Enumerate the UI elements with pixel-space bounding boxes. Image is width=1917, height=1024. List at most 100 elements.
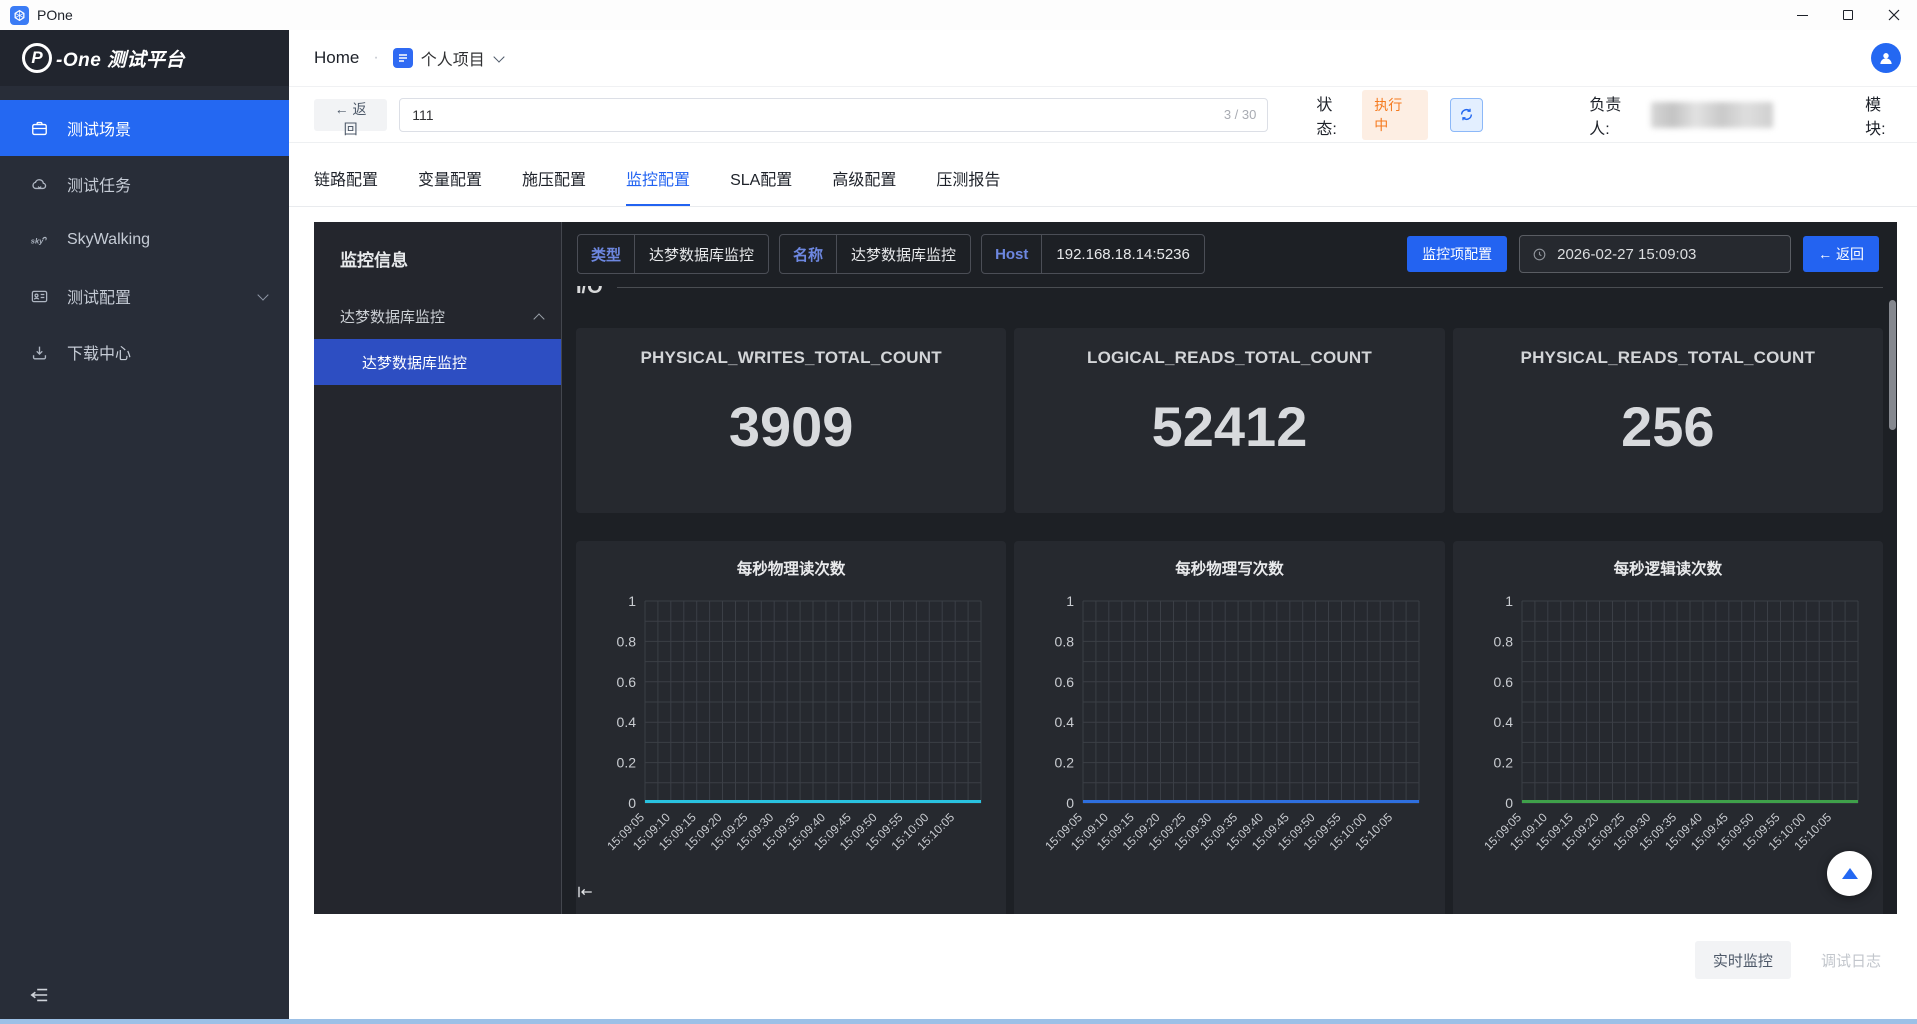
filter-name-value: 达梦数据库监控 (837, 235, 970, 273)
tab-monitor-config[interactable]: 监控配置 (626, 166, 690, 206)
test-config-icon (30, 287, 49, 306)
stat-value: 3909 (576, 394, 1006, 459)
svg-text:0.2: 0.2 (617, 755, 637, 771)
tab-advanced-config[interactable]: 高级配置 (832, 166, 896, 206)
tab-variable-config[interactable]: 变量配置 (418, 166, 482, 206)
test-task-cloud-icon (30, 175, 49, 194)
scene-name-input[interactable] (399, 98, 1268, 132)
svg-text:0.8: 0.8 (1493, 633, 1513, 649)
project-doc-icon (397, 52, 409, 64)
chevron-down-icon[interactable] (493, 51, 504, 62)
maximize-icon (1843, 10, 1853, 20)
line-chart: 00.20.40.60.8115:09:0515:09:1015:09:1515… (1014, 591, 1444, 891)
realtime-monitor-button[interactable]: 实时监控 (1695, 941, 1791, 979)
tab-pressure-config[interactable]: 施压配置 (522, 166, 586, 206)
owner-label: 负责人: (1589, 91, 1641, 139)
tab-link-config[interactable]: 链路配置 (314, 166, 378, 206)
filter-type: 类型 达梦数据库监控 (577, 234, 769, 274)
panel-collapse-button[interactable] (576, 884, 594, 906)
sidebar-item-label: 测试配置 (67, 284, 131, 308)
section-divider (617, 287, 1883, 288)
sidebar-collapse-button[interactable] (28, 985, 50, 1010)
debug-log-button[interactable]: 调试日志 (1805, 941, 1897, 979)
line-chart: 00.20.40.60.8115:09:0515:09:1015:09:1515… (1453, 591, 1883, 891)
stats-row: PHYSICAL_WRITES_TOTAL_COUNT 3909 LOGICAL… (576, 328, 1883, 513)
monitor-group-label: 达梦数据库监控 (340, 306, 445, 327)
sidebar-item-label: 测试场景 (67, 116, 131, 140)
monitor-item-label: 达梦数据库监控 (362, 352, 467, 373)
user-icon (1877, 49, 1895, 67)
monitor-nav: 监控信息 达梦数据库监控 达梦数据库监控 (314, 222, 562, 914)
datetime-value: 2026-02-27 15:09:03 (1557, 246, 1696, 263)
sidebar-item-test-task[interactable]: 测试任务 (0, 156, 289, 212)
action-footer: 实时监控 调试日志 保存 调试 保存并压测 (578, 914, 1917, 1024)
window-title: POne (37, 7, 73, 23)
save-button[interactable]: 保存 (1911, 941, 1917, 979)
close-button[interactable] (1871, 0, 1917, 30)
refresh-status-button[interactable] (1450, 98, 1484, 132)
svg-text:0.4: 0.4 (617, 714, 637, 730)
back-to-top-button[interactable] (1827, 851, 1872, 896)
breadcrumb-home[interactable]: Home (314, 48, 359, 68)
sidebar-item-download-center[interactable]: 下载中心 (0, 324, 289, 380)
maximize-button[interactable] (1825, 0, 1871, 30)
download-icon (30, 343, 49, 362)
monitor-back-button[interactable]: ← 返回 (1803, 236, 1879, 272)
tab-content: 监控信息 达梦数据库监控 达梦数据库监控 类型 达梦数据库监控 (289, 207, 1917, 914)
project-name[interactable]: 个人项目 (421, 46, 485, 70)
monitor-nav-title: 监控信息 (314, 222, 561, 271)
chart-title: 每秒物理读次数 (576, 557, 1006, 579)
user-avatar[interactable] (1871, 43, 1901, 73)
sidebar-item-test-config[interactable]: 测试配置 (0, 268, 289, 324)
filter-type-value: 达梦数据库监控 (635, 235, 768, 273)
svg-text:0.6: 0.6 (1493, 674, 1513, 690)
main-area: Home · 个人项目 ← 返回 3 / 30 状态: 执行中 负责人: (289, 30, 1917, 1024)
sidebar: P -One 测试平台 测试场景 测试任务 sky SkyWalking 测试配… (0, 30, 289, 1024)
monitor-body: 类型 达梦数据库监控 名称 达梦数据库监控 Host 192.168.18.14… (562, 222, 1897, 914)
breadcrumb-bar: Home · 个人项目 (289, 30, 1917, 87)
config-tabs: 链路配置 变量配置 施压配置 监控配置 SLA配置 高级配置 压测报告 (289, 143, 1917, 207)
sidebar-item-label: 下载中心 (67, 340, 131, 364)
svg-text:1: 1 (1505, 593, 1513, 609)
test-scene-icon (30, 119, 49, 138)
monitor-config-button[interactable]: 监控项配置 (1407, 236, 1507, 272)
monitor-panel: 监控信息 达梦数据库监控 达梦数据库监控 类型 达梦数据库监控 (314, 222, 1897, 914)
app-window: POne P -One 测试平台 测试场景 测试任务 sky (0, 0, 1917, 1024)
minimize-button[interactable] (1779, 0, 1825, 30)
svg-text:0.8: 0.8 (1055, 633, 1075, 649)
tab-test-report[interactable]: 压测报告 (936, 166, 1000, 206)
svg-text:0.2: 0.2 (1493, 755, 1513, 771)
svg-text:0.6: 0.6 (617, 674, 637, 690)
filter-host-value: 192.168.18.14:5236 (1042, 235, 1203, 273)
app-logo-icon (10, 6, 29, 25)
clock-icon (1532, 247, 1547, 262)
stat-title: PHYSICAL_WRITES_TOTAL_COUNT (576, 348, 1006, 368)
sidebar-item-skywalking[interactable]: sky SkyWalking (0, 212, 289, 268)
window-bottom-edge (0, 1019, 1917, 1024)
stat-card-physical-reads: PHYSICAL_READS_TOTAL_COUNT 256 (1453, 328, 1883, 513)
stat-card-logical-reads: LOGICAL_READS_TOTAL_COUNT 52412 (1014, 328, 1444, 513)
minimize-icon (1797, 15, 1808, 16)
scene-toolbar: ← 返回 3 / 30 状态: 执行中 负责人: 模块: (289, 87, 1917, 143)
svg-text:sky: sky (31, 236, 44, 245)
sidebar-nav: 测试场景 测试任务 sky SkyWalking 测试配置 下载中心 (0, 86, 289, 380)
refresh-icon (1458, 106, 1475, 123)
panel-scrollbar-thumb[interactable] (1889, 300, 1896, 430)
filter-host-label: Host (982, 235, 1042, 273)
svg-text:0.4: 0.4 (1055, 714, 1075, 730)
owner-redacted-value (1651, 102, 1773, 128)
monitor-group-dm-db[interactable]: 达梦数据库监控 (314, 293, 561, 339)
sidebar-item-test-scene[interactable]: 测试场景 (0, 100, 289, 156)
project-icon[interactable] (393, 48, 413, 68)
svg-text:0.2: 0.2 (1055, 755, 1075, 771)
chart-title: 每秒逻辑读次数 (1453, 557, 1883, 579)
monitor-filter-row: 类型 达梦数据库监控 名称 达梦数据库监控 Host 192.168.18.14… (562, 222, 1897, 286)
filter-type-label: 类型 (578, 235, 635, 273)
datetime-picker[interactable]: 2026-02-27 15:09:03 (1519, 235, 1791, 273)
stat-value: 256 (1453, 394, 1883, 459)
back-button[interactable]: ← 返回 (314, 99, 387, 131)
svg-text:0: 0 (628, 795, 636, 811)
skywalking-icon: sky (30, 231, 49, 250)
monitor-item-dm-db[interactable]: 达梦数据库监控 (314, 339, 561, 385)
tab-sla-config[interactable]: SLA配置 (730, 166, 792, 206)
